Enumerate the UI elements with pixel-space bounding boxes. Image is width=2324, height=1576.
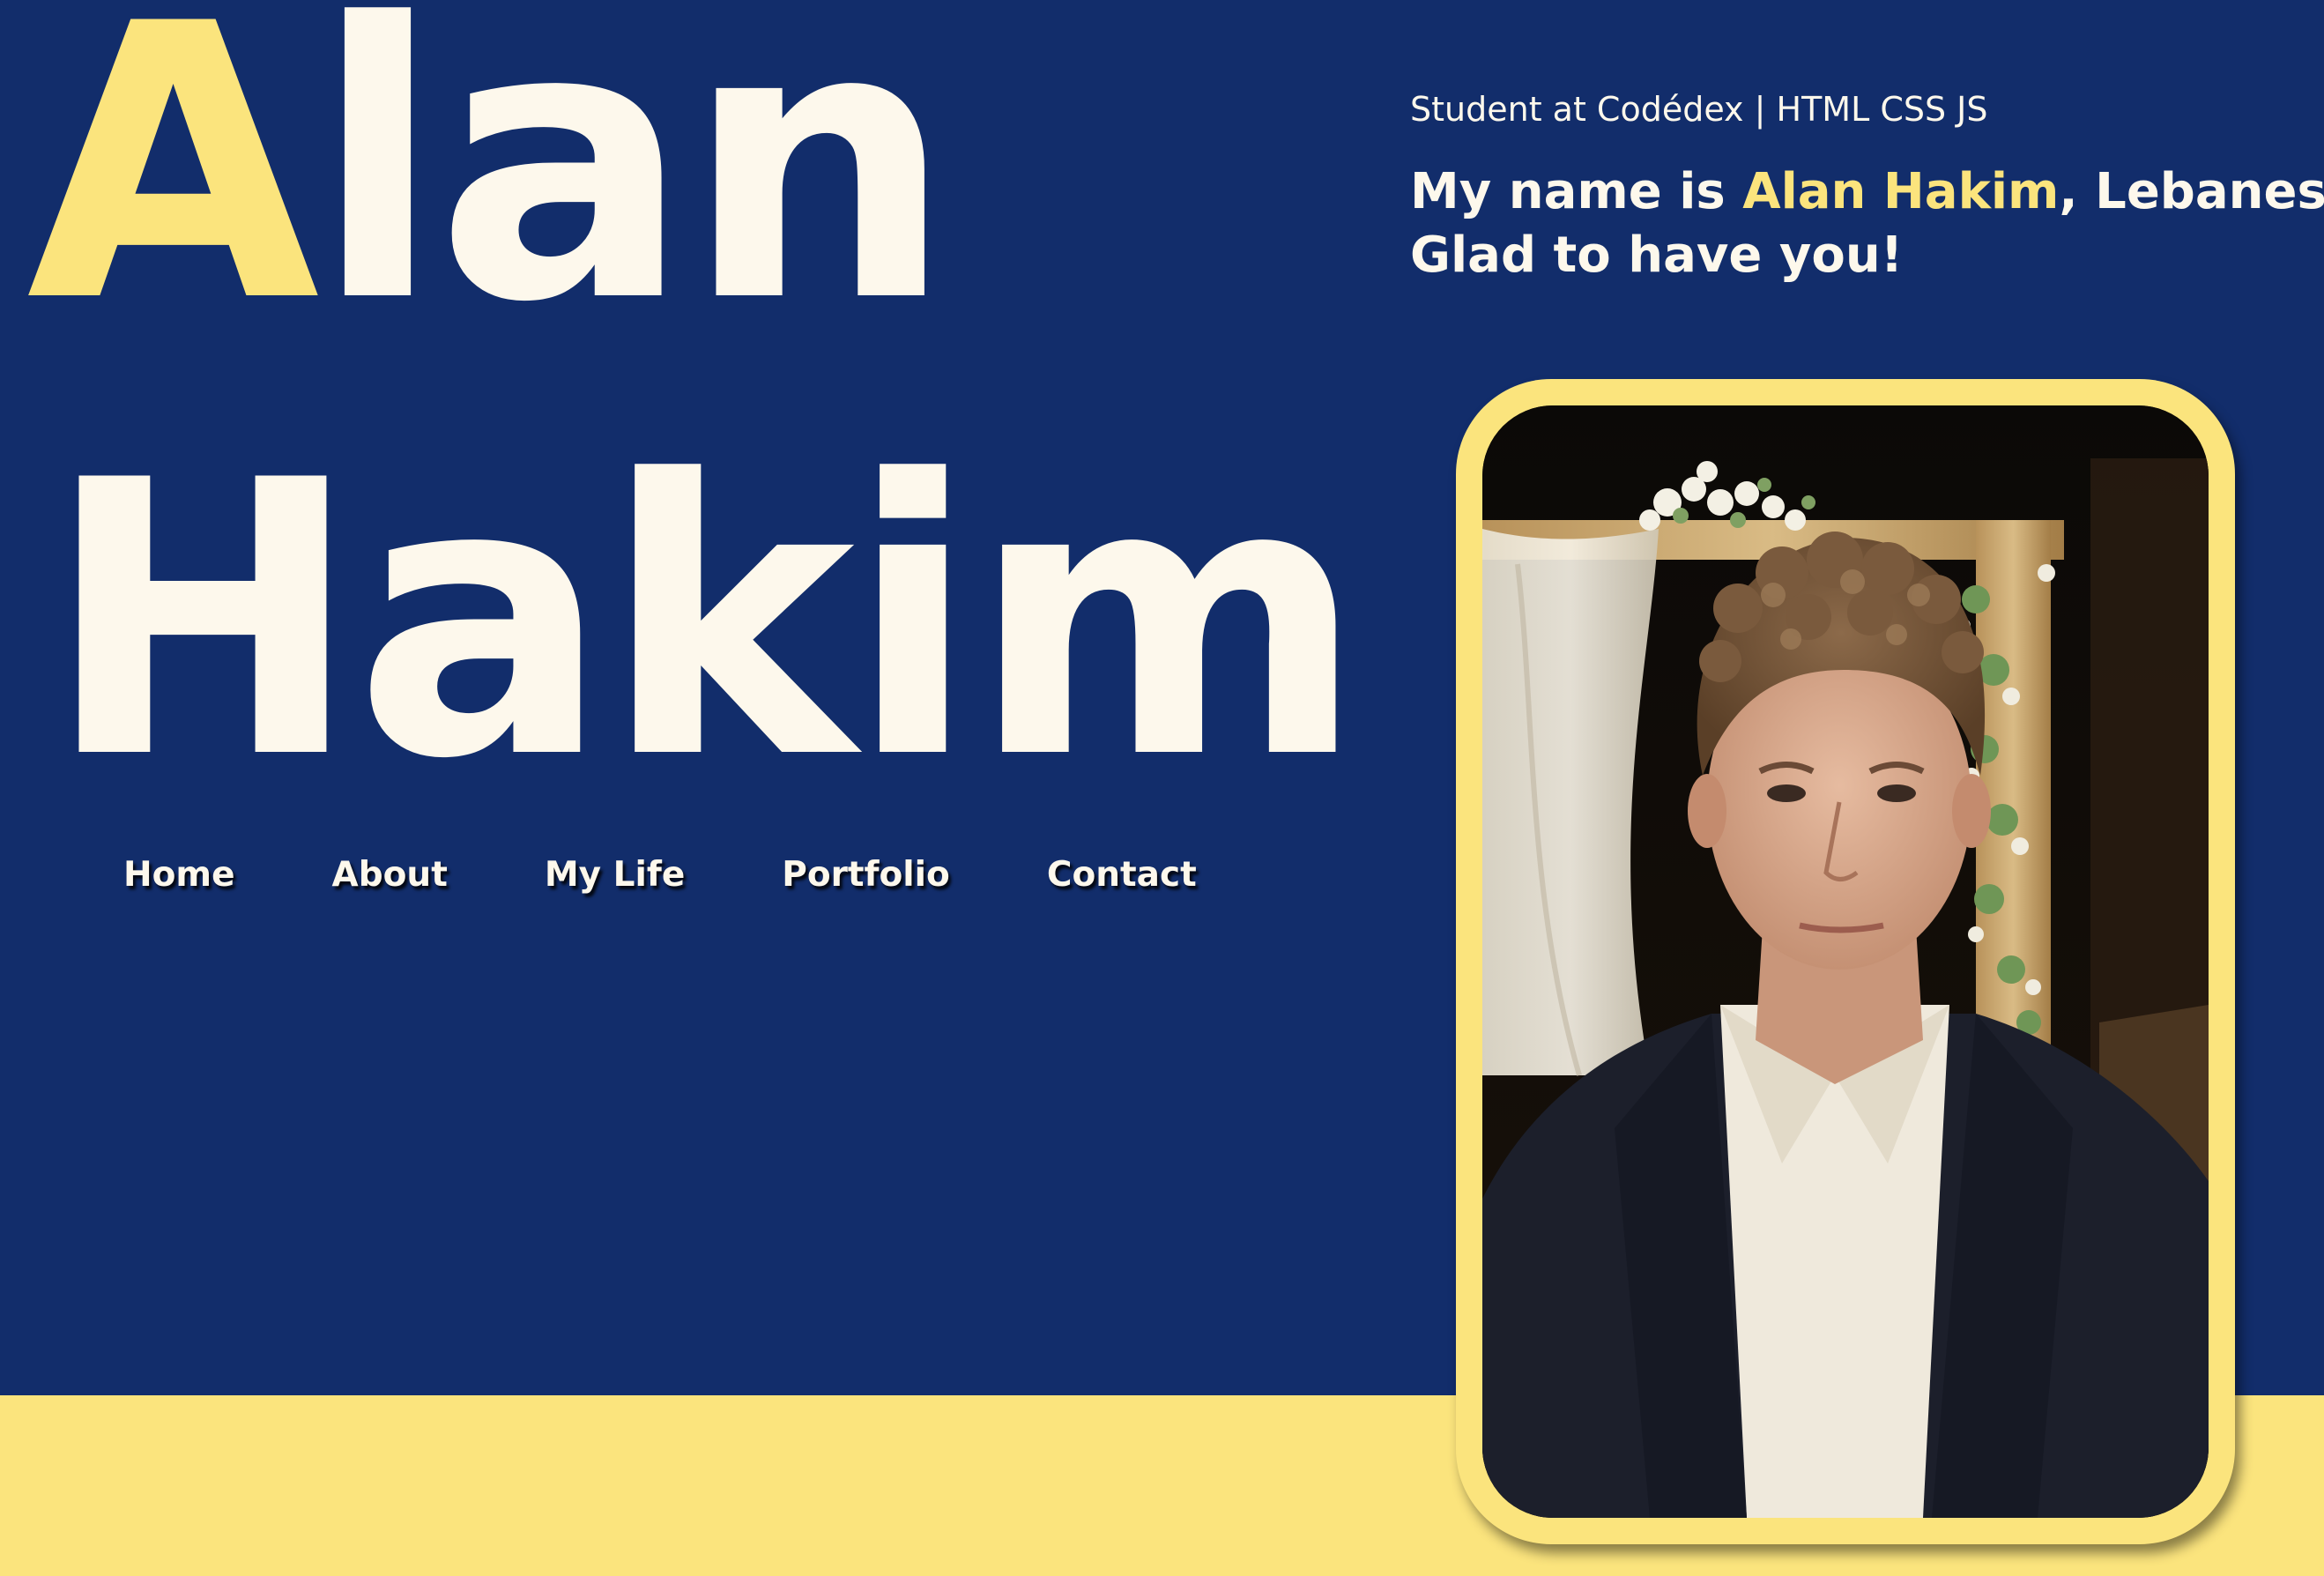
nav-contact[interactable]: Contact	[1047, 855, 1197, 895]
hero-last-name: Hakim	[44, 401, 1365, 842]
page: Alan Hakim Home About My Life Portfolio …	[0, 0, 2324, 1576]
nav-portfolio[interactable]: Portfolio	[782, 855, 950, 895]
hero-first-initial: A	[26, 0, 320, 385]
nav-about[interactable]: About	[332, 855, 448, 895]
main-nav: Home About My Life Portfolio Contact	[123, 855, 1197, 895]
subtitle: Student at Codédex | HTML CSS JS	[1410, 90, 1988, 129]
portrait-frame	[1456, 379, 2235, 1544]
nav-home[interactable]: Home	[123, 855, 235, 895]
hero-first-name: Alan	[26, 0, 954, 354]
hero-first-rest: lan	[312, 0, 954, 385]
intro: Student at Codédex | HTML CSS JS My name…	[1410, 90, 2324, 287]
bio-suffix: , Lebanese.	[2059, 163, 2324, 220]
portrait-illustration	[1482, 405, 2209, 1518]
bio-line-2: Glad to have you!	[1410, 227, 1904, 284]
bio-prefix: My name is	[1410, 163, 1743, 220]
bio-line-1: My name is Alan Hakim, Lebanese.	[1410, 160, 2324, 224]
bio: My name is Alan Hakim, Lebanese. Glad to…	[1410, 160, 2324, 287]
portrait-photo	[1482, 405, 2209, 1518]
nav-my-life[interactable]: My Life	[545, 855, 685, 895]
bio-name-highlight: Alan Hakim	[1742, 163, 2060, 220]
